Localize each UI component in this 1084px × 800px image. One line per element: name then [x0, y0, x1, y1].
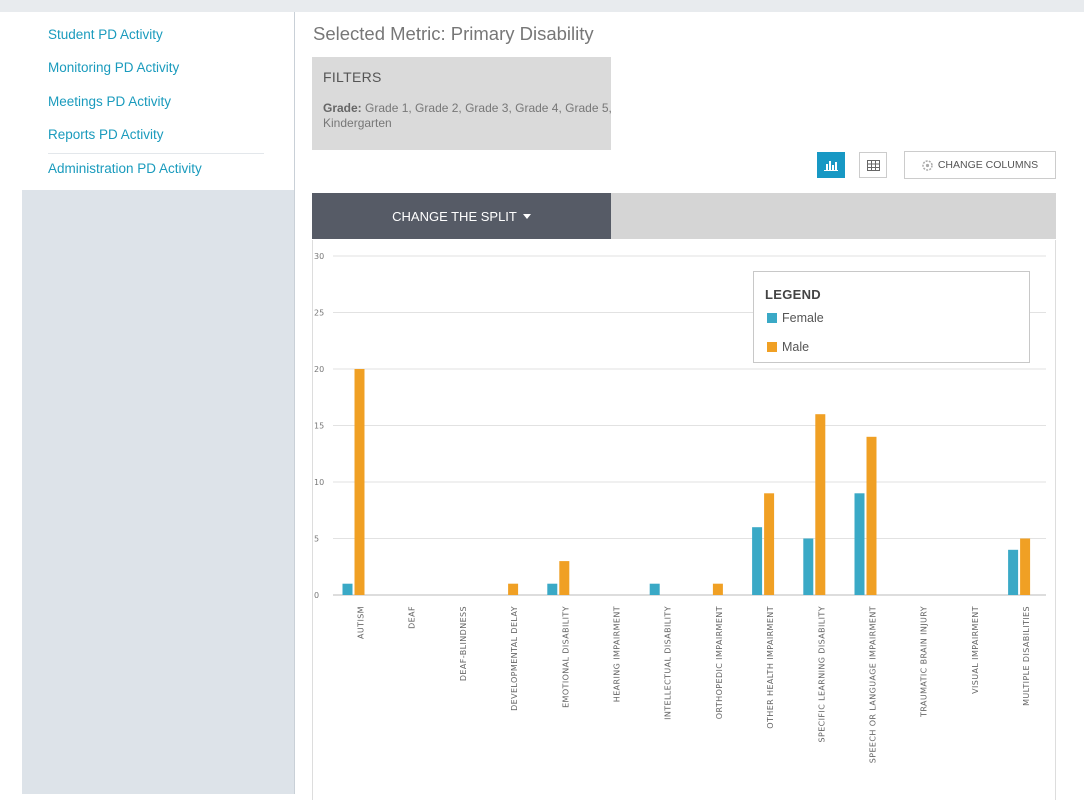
table-grid-icon: [866, 159, 880, 171]
sidebar-nav: Student PD Activity Monitoring PD Activi…: [22, 12, 294, 190]
legend-item-male: Male: [767, 340, 809, 354]
chart-view-button[interactable]: [817, 152, 845, 178]
legend-label-female: Female: [782, 311, 824, 325]
split-bar: CHANGE THE SPLIT: [312, 193, 1056, 239]
bar-chart-icon: [824, 161, 838, 171]
sidebar-item-monitoring-pd-activity[interactable]: Monitoring PD Activity: [48, 60, 179, 75]
change-the-split-button[interactable]: CHANGE THE SPLIT: [312, 193, 611, 239]
table-view-button[interactable]: [859, 152, 887, 178]
caret-down-icon: [522, 213, 531, 219]
legend-label-male: Male: [782, 340, 810, 354]
chart-legend: LEGEND Female Male: [753, 271, 1030, 363]
sidebar-item-reports-pd-activity[interactable]: Reports PD Activity: [48, 127, 164, 142]
legend-swatch-male: [767, 342, 777, 352]
legend-swatch-female: [767, 313, 777, 323]
top-strip: [0, 0, 1084, 12]
filters-panel: FILTERS Grade: Grade 1, Grade 2, Grade 3…: [312, 57, 613, 150]
change-columns-button[interactable]: CHANGE COLUMNS: [904, 151, 1056, 179]
grade-filter: Grade: Grade 1, Grade 2, Grade 3, Grade …: [323, 101, 613, 131]
sidebar: Student PD Activity Monitoring PD Activi…: [22, 12, 295, 794]
filters-heading: FILTERS: [323, 69, 382, 85]
gear-icon: [922, 159, 933, 171]
grade-filter-label: Grade:: [323, 101, 362, 115]
grade-filter-value: Grade 1, Grade 2, Grade 3, Grade 4, Grad…: [323, 101, 612, 130]
change-the-split-label: CHANGE THE SPLIT: [392, 208, 517, 224]
sidebar-item-meetings-pd-activity[interactable]: Meetings PD Activity: [48, 94, 171, 109]
sidebar-item-student-pd-activity[interactable]: Student PD Activity: [48, 27, 163, 42]
legend-item-female: Female: [767, 311, 824, 325]
legend-title: LEGEND: [765, 287, 821, 302]
main-content: Selected Metric: Primary Disability FILT…: [296, 12, 1084, 800]
page-title: Selected Metric: Primary Disability: [313, 23, 594, 44]
change-columns-label: CHANGE COLUMNS: [937, 159, 1039, 171]
sidebar-item-administration-pd-activity[interactable]: Administration PD Activity: [48, 153, 264, 176]
